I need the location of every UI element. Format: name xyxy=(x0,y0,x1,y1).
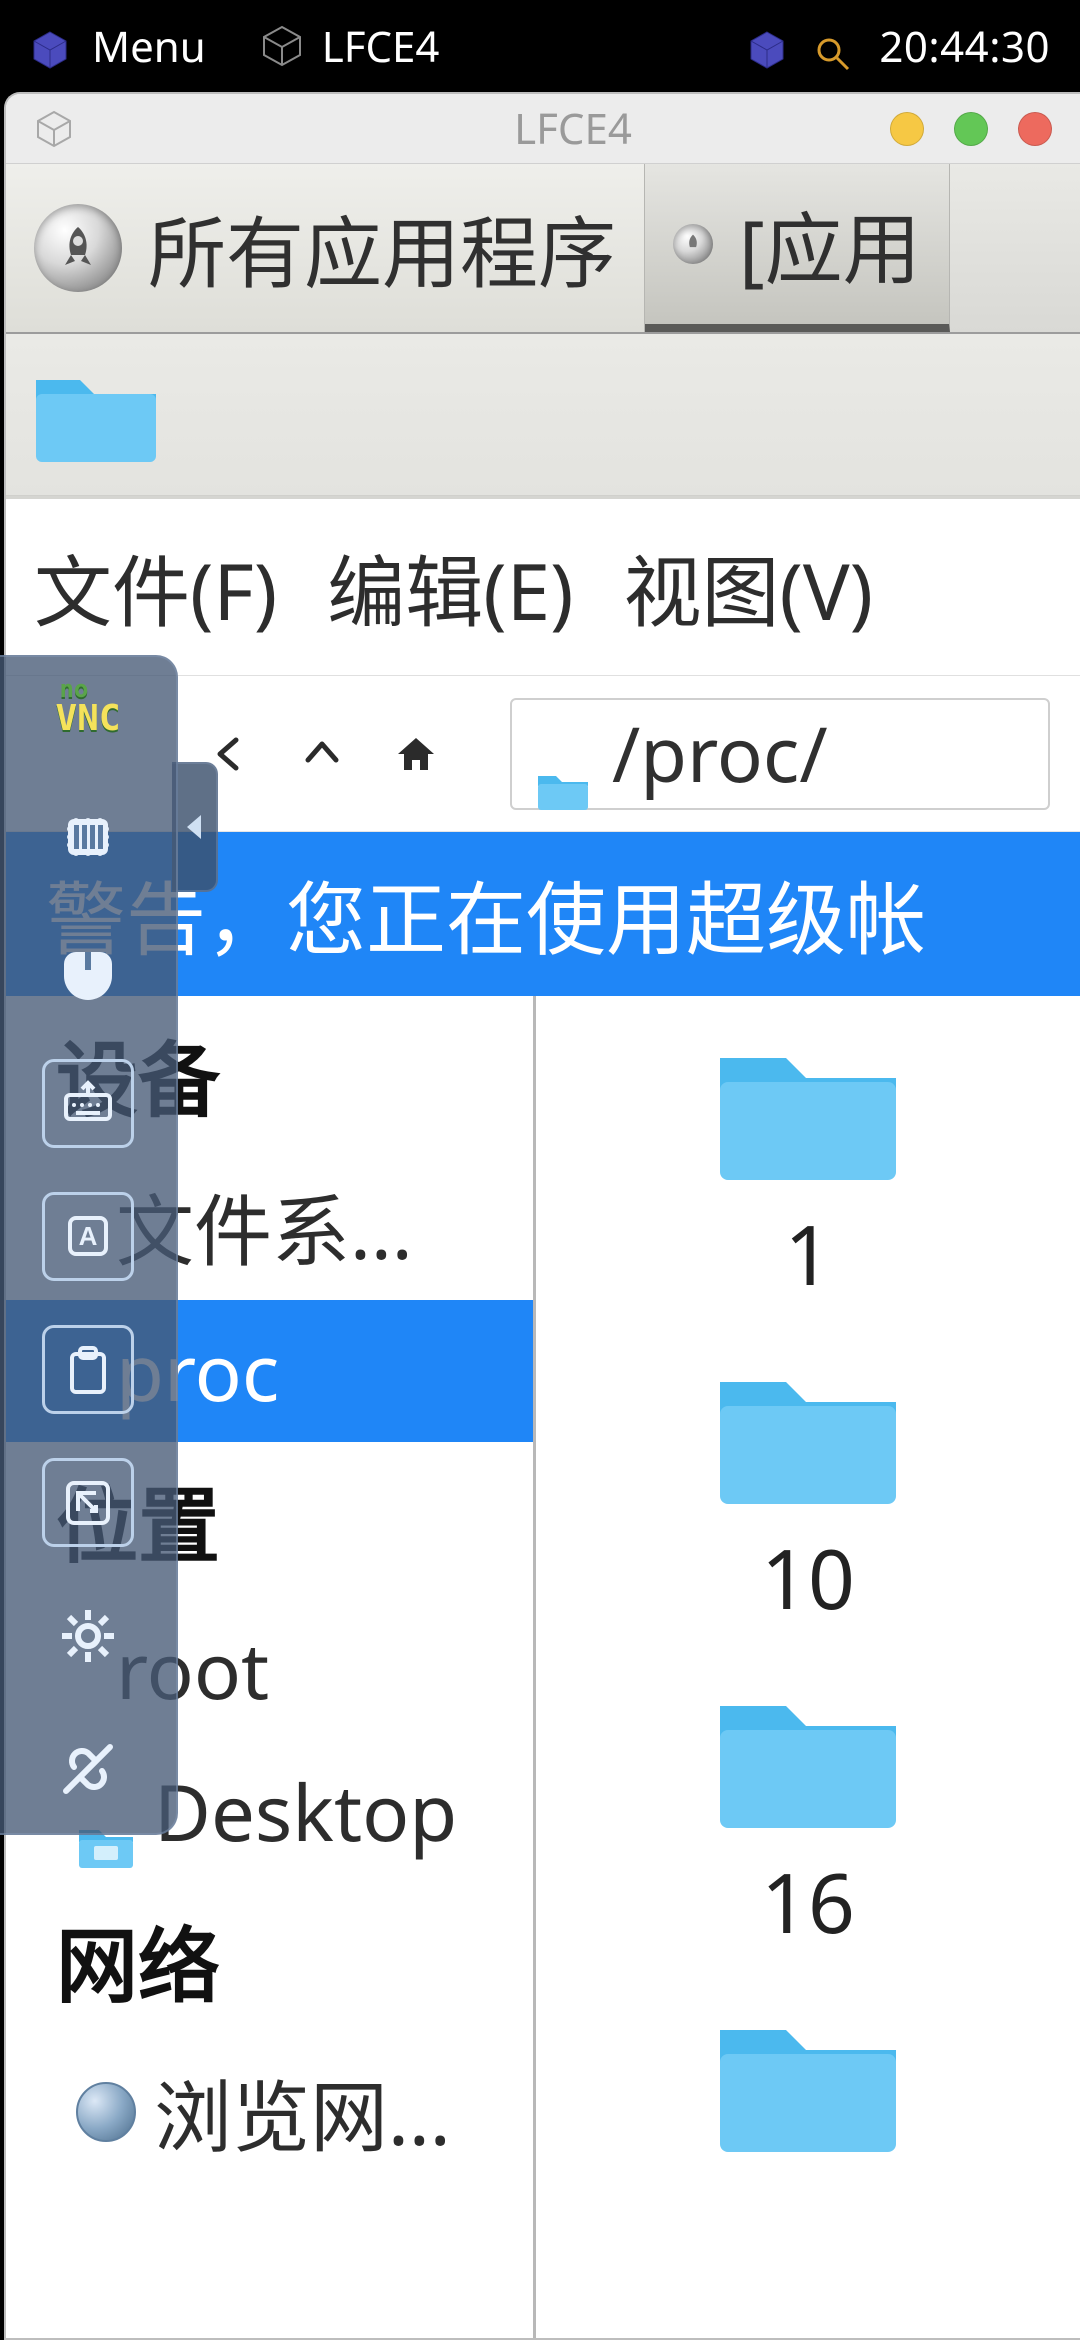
status-task[interactable]: LFCE4 xyxy=(260,18,440,75)
path-folder-icon xyxy=(536,732,590,776)
rocket-small-icon xyxy=(673,224,713,264)
novnc-control-bar[interactable]: no VNC A xyxy=(0,655,178,1835)
status-bar: Menu LFCE4 20:44:30 xyxy=(0,0,1080,92)
nav-up-icon[interactable] xyxy=(300,732,344,776)
novnc-drag-button[interactable] xyxy=(42,793,134,882)
menu-view[interactable]: 视图(V) xyxy=(623,531,873,643)
path-text: /proc/ xyxy=(612,702,828,805)
novnc-fullscreen-button[interactable] xyxy=(42,1458,134,1547)
menu-cube-icon[interactable] xyxy=(30,26,70,66)
novnc-keyboard-button[interactable] xyxy=(42,1059,134,1148)
toolbar xyxy=(6,334,1080,496)
sidebar-network-header: 网络 xyxy=(6,1882,533,2038)
tab-application[interactable]: [应用 xyxy=(645,164,950,332)
menu-file[interactable]: 文件(F) xyxy=(34,531,277,643)
path-field[interactable]: /proc/ xyxy=(510,698,1050,810)
novnc-handle[interactable] xyxy=(172,762,218,892)
novnc-settings-button[interactable] xyxy=(42,1591,134,1680)
folder-label: 1 xyxy=(785,1198,832,1310)
novnc-mouse-button[interactable] xyxy=(42,926,134,1015)
minimize-button[interactable] xyxy=(890,112,924,146)
menu-label[interactable]: Menu xyxy=(92,18,206,75)
sidebar-browse-network-label: 浏览网... xyxy=(154,2056,451,2168)
folder-icon xyxy=(708,1680,908,1836)
menubar: 文件(F) 编辑(E) 视图(V) xyxy=(6,496,1080,676)
novnc-logo-vnc: VNC xyxy=(55,698,120,739)
tab-all-apps-label: 所有应用程序 xyxy=(148,192,616,304)
novnc-extra-keys-button[interactable]: A xyxy=(42,1192,134,1281)
window-controls xyxy=(890,112,1052,146)
tab-all-apps[interactable]: 所有应用程序 xyxy=(6,164,645,332)
status-left: Menu xyxy=(30,18,206,75)
titlebar-app-icon xyxy=(34,109,74,149)
tray-cube-icon[interactable] xyxy=(747,26,787,66)
novnc-clipboard-button[interactable] xyxy=(42,1325,134,1414)
folder-icon xyxy=(708,1356,908,1512)
clock: 20:44:30 xyxy=(879,18,1050,75)
rocket-icon xyxy=(34,204,122,292)
globe-icon xyxy=(76,2082,136,2142)
novnc-logo: no VNC xyxy=(55,677,120,737)
folder-label: 10 xyxy=(761,1522,855,1634)
menu-edit[interactable]: 编辑(E) xyxy=(327,531,573,643)
tab-application-label: [应用 xyxy=(739,188,921,300)
folder-icon xyxy=(708,2004,908,2084)
folder-label: 16 xyxy=(761,1846,855,1958)
folder-icon xyxy=(708,1032,908,1188)
folder-item[interactable]: 10 xyxy=(536,1356,1080,1680)
toolbar-folder-icon[interactable] xyxy=(30,362,162,468)
folder-item[interactable]: 1 xyxy=(536,1032,1080,1356)
status-right: 20:44:30 xyxy=(747,18,1050,75)
nav-home-icon[interactable] xyxy=(394,732,438,776)
search-icon[interactable] xyxy=(815,28,851,64)
titlebar[interactable]: LFCE4 xyxy=(6,94,1080,164)
task-label: LFCE4 xyxy=(322,18,440,75)
launcher-tabbar: 所有应用程序 [应用 xyxy=(6,164,1080,334)
sidebar-browse-network[interactable]: 浏览网... xyxy=(6,2038,533,2186)
svg-text:A: A xyxy=(79,1221,98,1251)
close-button[interactable] xyxy=(1018,112,1052,146)
folder-item[interactable] xyxy=(536,2004,1080,2084)
sidebar-desktop-label: Desktop xyxy=(154,1758,457,1864)
folder-item[interactable]: 16 xyxy=(536,1680,1080,2004)
file-grid[interactable]: 1 10 16 xyxy=(536,996,1080,2338)
task-wire-icon xyxy=(260,24,304,68)
novnc-disconnect-button[interactable] xyxy=(42,1724,134,1813)
maximize-button[interactable] xyxy=(954,112,988,146)
